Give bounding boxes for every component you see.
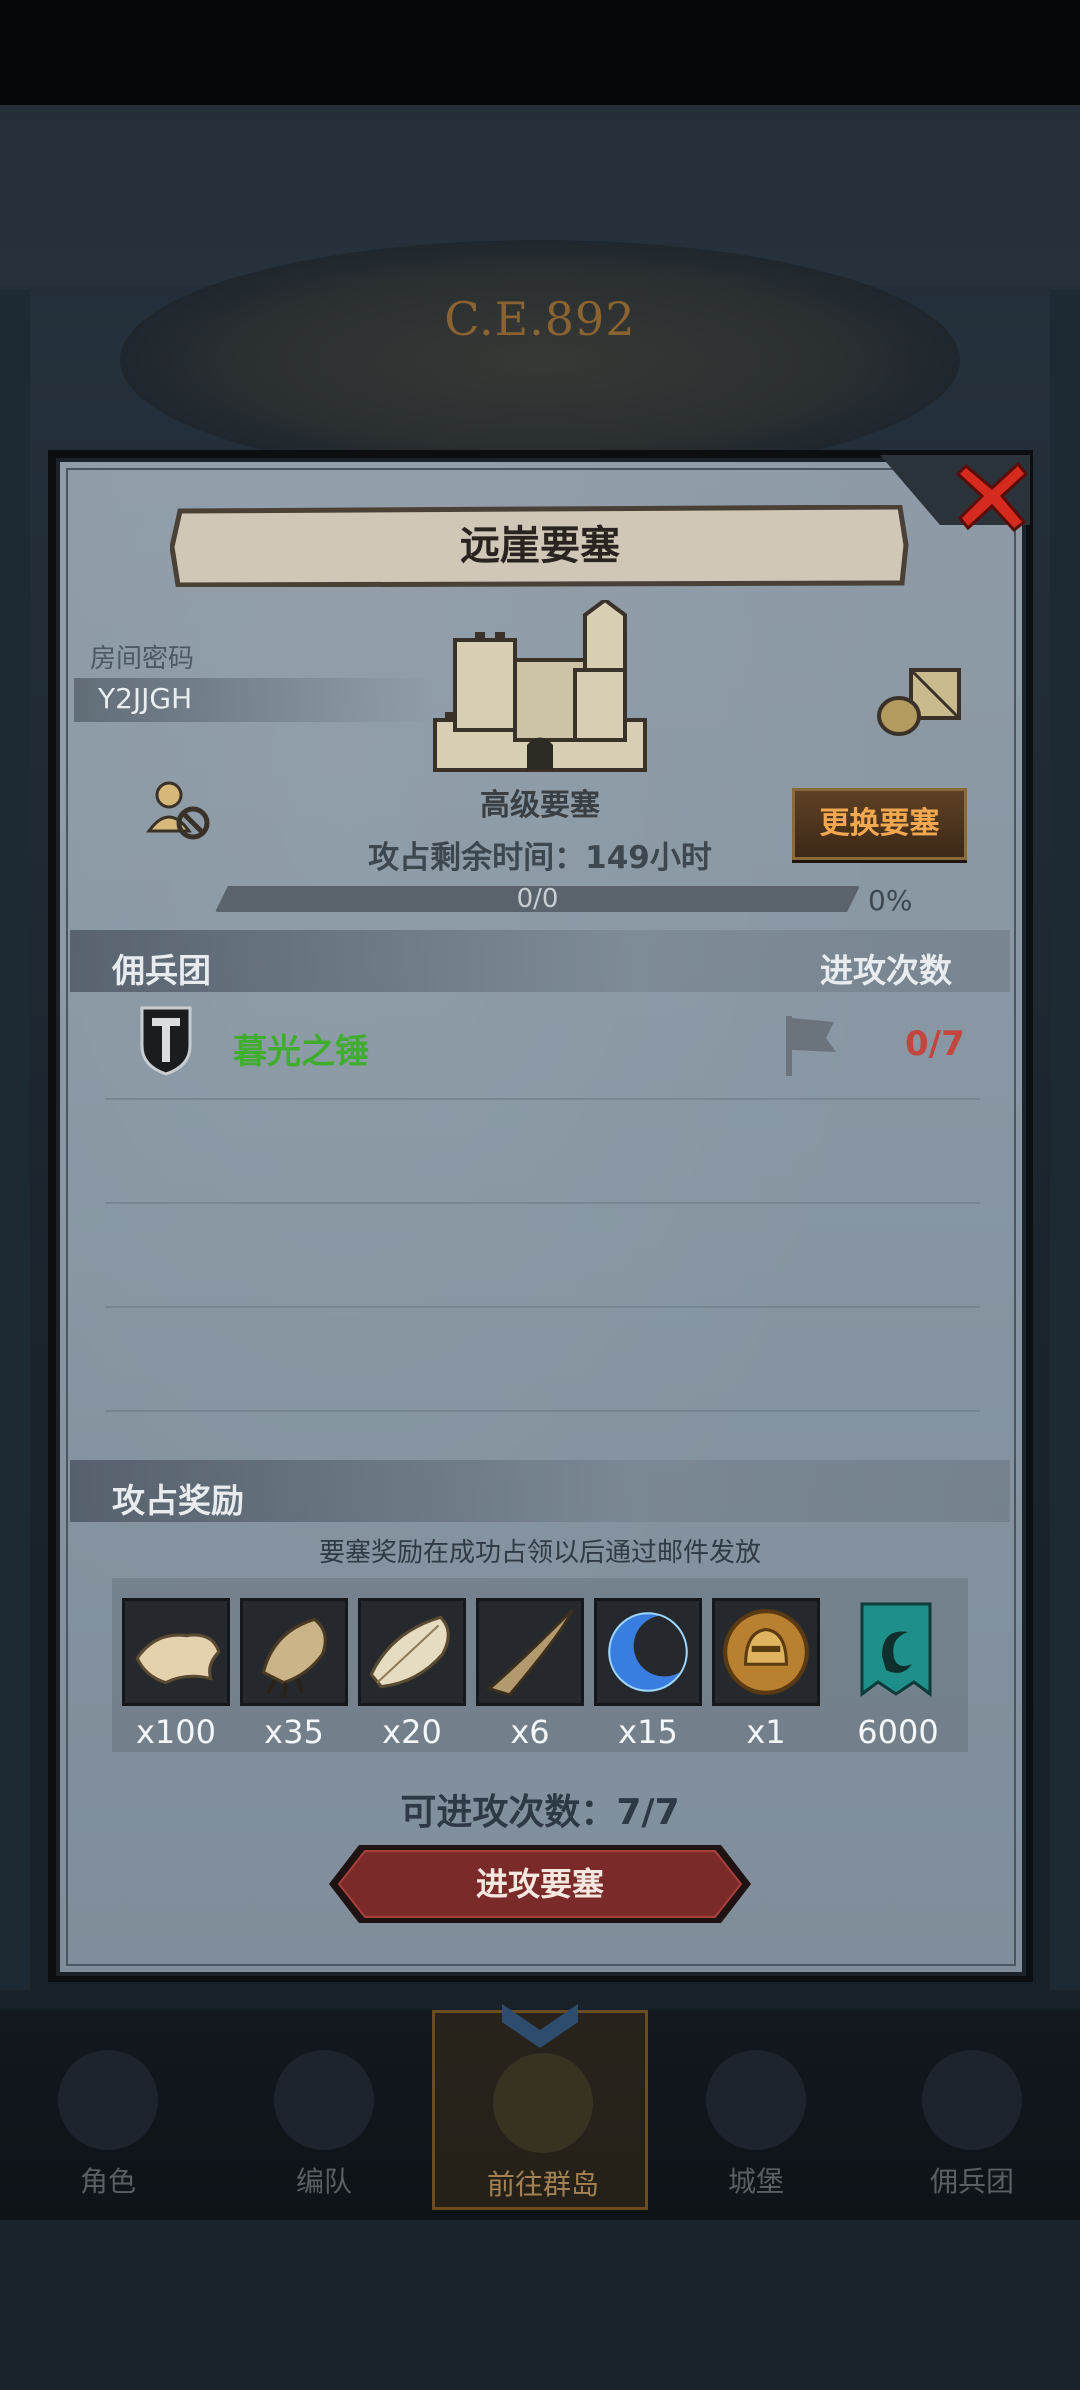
nav-label: 前往群岛 — [486, 2168, 599, 2201]
reward-item[interactable] — [240, 1598, 348, 1706]
calendar-date: C.E.892 — [444, 292, 636, 346]
fur-pelt-icon — [135, 1633, 221, 1685]
background-left-strip — [0, 290, 30, 1990]
remaining-attacks: 可进攻次数：7/7 — [400, 1792, 680, 1833]
mercenary-row-empty — [105, 1202, 980, 1308]
reward-count: x20 — [382, 1713, 442, 1751]
background-right-strip — [1050, 290, 1080, 1990]
formation-icon — [274, 2050, 374, 2150]
flag-icon — [786, 1016, 836, 1076]
calendar-dial — [120, 240, 960, 480]
close-button[interactable] — [952, 456, 1032, 536]
knight-icon — [58, 2050, 158, 2150]
mercenary-shield-icon — [140, 1006, 192, 1076]
reward-count: x100 — [135, 1713, 216, 1751]
reward-count: x6 — [510, 1713, 550, 1751]
conquest-progress-text: 0/0 — [516, 884, 559, 914]
top-status-bar — [0, 0, 1080, 105]
helmet-medal-icon — [723, 1609, 809, 1695]
reward-item[interactable] — [476, 1598, 584, 1706]
nav-label: 佣兵团 — [929, 2165, 1014, 2198]
nav-item-mercenary[interactable]: 佣兵团 — [864, 2010, 1080, 2210]
reward-item[interactable] — [358, 1598, 466, 1706]
reward-count: 6000 — [857, 1713, 939, 1751]
bottom-footer — [0, 2220, 1080, 2390]
mercenary-icon — [922, 2050, 1022, 2150]
nav-label: 城堡 — [727, 2165, 784, 2198]
fortress-level: 高级要塞 — [480, 788, 600, 823]
conquest-time-remaining: 攻占剩余时间：149小时 — [368, 840, 712, 876]
supplies-crate-icon[interactable] — [875, 660, 965, 740]
castle-icon — [706, 2050, 806, 2150]
conquest-progress-percent: 0% — [868, 884, 913, 917]
globe-icon — [493, 2053, 593, 2153]
reward-item[interactable] — [594, 1598, 702, 1706]
reward-note: 要塞奖励在成功占领以后通过邮件发放 — [318, 1538, 761, 1568]
room-password-label: 房间密码 — [90, 644, 195, 674]
user-block-icon[interactable] — [145, 775, 215, 845]
reward-count: x35 — [264, 1713, 324, 1751]
reward-item[interactable] — [838, 1598, 954, 1708]
nav-item-formation[interactable]: 编队 — [216, 2010, 432, 2210]
panel-title: 远崖要塞 — [460, 523, 620, 569]
mercenary-name: 暮光之锤 — [233, 1032, 369, 1072]
attack-fortress-label: 进攻要塞 — [475, 1865, 604, 1903]
reward-count: x1 — [746, 1713, 786, 1751]
room-password-code[interactable]: Y2JJGH — [98, 682, 192, 715]
fortress-castle-icon — [433, 600, 647, 772]
reward-item[interactable] — [712, 1598, 820, 1706]
reward-count: x15 — [618, 1713, 678, 1751]
horn-icon — [486, 1608, 575, 1697]
reward-header-label: 攻占奖励 — [112, 1481, 244, 1520]
mercenary-row-empty — [105, 1098, 980, 1204]
close-icon — [955, 461, 1029, 533]
chevron-down-icon — [502, 2004, 578, 2048]
mercenary-row-empty — [105, 1306, 980, 1412]
mercenary-header-label: 佣兵团 — [112, 951, 211, 990]
nav-item-castle[interactable]: 城堡 — [648, 2010, 864, 2210]
guild-banner-icon — [860, 1602, 932, 1697]
nav-label: 编队 — [295, 2165, 352, 2198]
change-fortress-label: 更换要塞 — [819, 806, 940, 841]
blue-crescent-icon — [608, 1612, 695, 1692]
nav-label: 角色 — [79, 2165, 136, 2198]
attack-count-header-label: 进攻次数 — [820, 951, 952, 990]
nav-item-character[interactable]: 角色 — [0, 2010, 216, 2210]
feather-icon — [369, 1615, 450, 1689]
reward-item[interactable] — [122, 1598, 230, 1706]
mercenary-attack-count: 0/7 — [905, 1024, 965, 1064]
claw-icon — [261, 1617, 327, 1698]
